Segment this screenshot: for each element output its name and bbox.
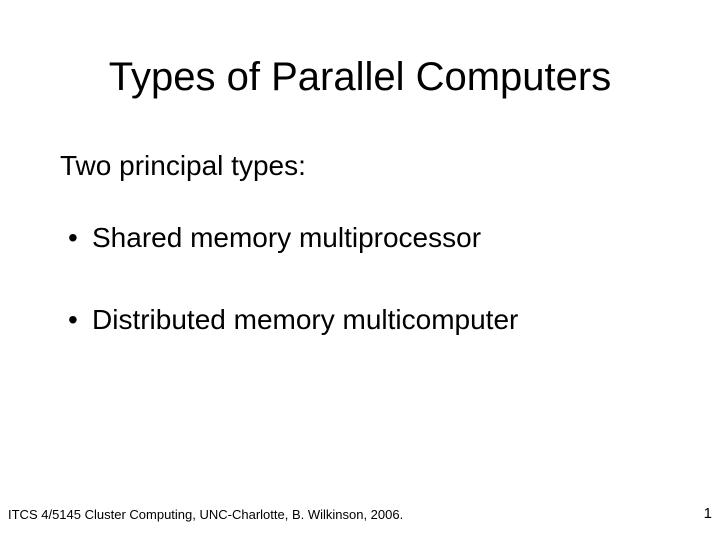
footer-citation: ITCS 4/5145 Cluster Computing, UNC-Charl… — [8, 507, 403, 522]
page-number: 1 — [704, 505, 712, 522]
slide-footer: ITCS 4/5145 Cluster Computing, UNC-Charl… — [8, 505, 712, 522]
slide-subtitle: Two principal types: — [60, 150, 660, 182]
bullet-item: Shared memory multiprocessor — [60, 222, 660, 254]
slide-container: Types of Parallel Computers Two principa… — [0, 0, 720, 540]
bullet-item: Distributed memory multicomputer — [60, 304, 660, 336]
bullet-list: Shared memory multiprocessor Distributed… — [60, 222, 660, 336]
slide-title: Types of Parallel Computers — [60, 55, 660, 100]
